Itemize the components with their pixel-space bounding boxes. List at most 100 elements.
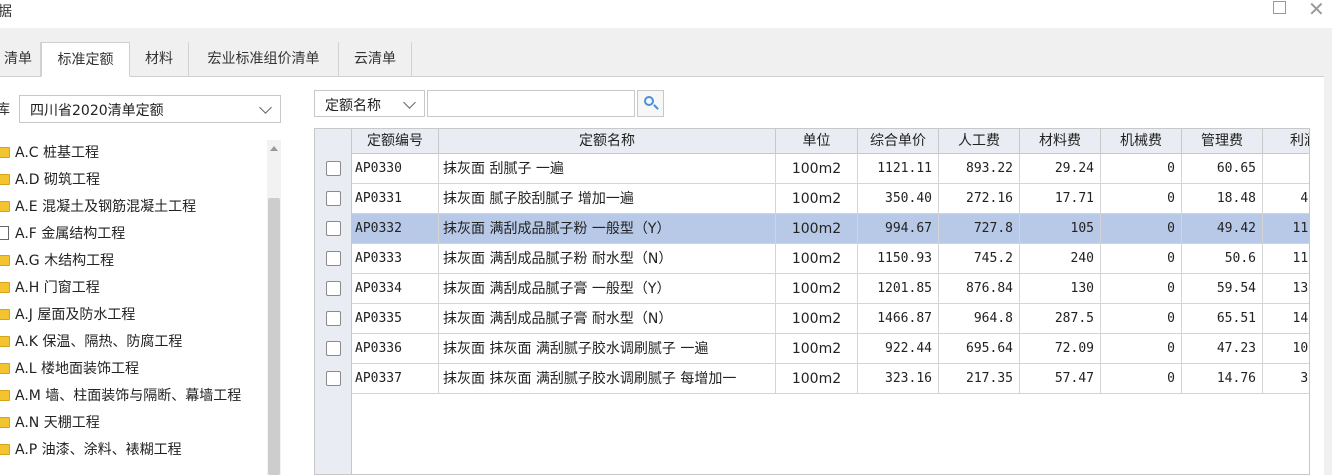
cell-unit[interactable]: 100m2 [776,244,858,274]
cell-material[interactable]: 17.71 [1020,184,1101,214]
cell-name[interactable]: 抹灰面 刮腻子 一遍 [439,154,776,184]
cell-profit[interactable]: 135 [1263,274,1309,304]
cell-machine[interactable]: 0 [1101,244,1182,274]
cell-mgmt[interactable]: 49.42 [1182,214,1263,244]
scroll-up-arrow-icon[interactable] [270,146,278,151]
cell-name[interactable]: 抹灰面 满刮成品腻子粉 一般型（Y） [439,214,776,244]
cell-machine[interactable]: 0 [1101,364,1182,394]
cell-machine[interactable]: 0 [1101,334,1182,364]
cell-code[interactable]: AP0331 [352,184,439,214]
cell-price[interactable]: 994.67 [858,214,939,244]
cell-profit[interactable]: 113 [1263,214,1309,244]
column-header[interactable]: 综合单价 [858,129,939,154]
cell-unit[interactable]: 100m2 [776,274,858,304]
cell-profit[interactable]: 107 [1263,334,1309,364]
tree-item[interactable]: A.H 门窗工程 [0,276,100,300]
cell-material[interactable]: 72.09 [1020,334,1101,364]
cell-mgmt[interactable]: 59.54 [1182,274,1263,304]
column-header[interactable]: 管理费 [1182,129,1263,154]
cell-machine[interactable]: 0 [1101,184,1182,214]
cell-price[interactable]: 1121.11 [858,154,939,184]
cell-name[interactable]: 抹灰面 满刮成品腻子膏 一般型（Y） [439,274,776,304]
cell-material[interactable]: 240 [1020,244,1101,274]
cell-unit[interactable]: 100m2 [776,184,858,214]
cell-material[interactable]: 105 [1020,214,1101,244]
tree-item[interactable]: A.M 墙、柱面装饰与隔断、幕墙工程 [0,384,241,408]
cell-profit[interactable]: 149 [1263,304,1309,334]
tree-item[interactable]: A.D 砌筑工程 [0,168,100,192]
cell-price[interactable]: 323.16 [858,364,939,394]
cell-unit[interactable]: 100m2 [776,304,858,334]
column-header[interactable]: 机械费 [1101,129,1182,154]
tree-scrollbar-thumb[interactable] [268,198,280,475]
cell-code[interactable]: AP0337 [352,364,439,394]
tree-scrollbar[interactable] [267,140,281,475]
row-checkbox[interactable] [326,371,341,386]
search-button[interactable] [637,90,664,117]
cell-labor[interactable]: 727.8 [939,214,1020,244]
tree-item[interactable]: A.P 油漆、涂料、裱糊工程 [0,438,182,462]
tree-item[interactable]: A.J 屋面及防水工程 [0,303,135,327]
tree-item[interactable]: A.N 天棚工程 [0,411,100,435]
cell-labor[interactable]: 695.64 [939,334,1020,364]
cell-labor[interactable]: 272.16 [939,184,1020,214]
cell-price[interactable]: 350.40 [858,184,939,214]
cell-material[interactable]: 29.24 [1020,154,1101,184]
cell-name[interactable]: 抹灰面 抹灰面 满刮腻子胶水调刷腻子 一遍 [439,334,776,364]
cell-machine[interactable]: 0 [1101,304,1182,334]
tree-item[interactable]: A.L 楼地面装饰工程 [0,357,139,381]
cell-price[interactable]: 1150.93 [858,244,939,274]
cell-mgmt[interactable]: 18.48 [1182,184,1263,214]
tab-materials[interactable]: 材料 [130,42,189,76]
cell-profit[interactable]: 115 [1263,244,1309,274]
cell-mgmt[interactable]: 65.51 [1182,304,1263,334]
tree-item[interactable]: A.C 桩基工程 [0,141,99,165]
table-row[interactable]: AP0331 抹灰面 腻子胶刮腻子 增加一遍 100m2 350.40 272.16 17… [315,184,1309,214]
cell-profit[interactable]: 33 [1263,364,1309,394]
cell-unit[interactable]: 100m2 [776,334,858,364]
cell-material[interactable]: 130 [1020,274,1101,304]
cell-mgmt[interactable]: 50.6 [1182,244,1263,274]
cell-profit[interactable] [1263,154,1309,184]
cell-material[interactable]: 287.5 [1020,304,1101,334]
cell-name[interactable]: 抹灰面 满刮成品腻子粉 耐水型（N） [439,244,776,274]
search-input[interactable] [427,90,635,117]
search-type-select[interactable]: 定额名称 [314,90,425,117]
cell-labor[interactable]: 876.84 [939,274,1020,304]
maximize-icon[interactable] [1273,1,1286,14]
cell-unit[interactable]: 100m2 [776,214,858,244]
cell-labor[interactable]: 745.2 [939,244,1020,274]
cell-code[interactable]: AP0335 [352,304,439,334]
column-header[interactable]: 人工费 [939,129,1020,154]
tree-item[interactable]: A.K 保温、隔热、防腐工程 [0,330,182,354]
cell-machine[interactable]: 0 [1101,274,1182,304]
row-checkbox[interactable] [326,311,341,326]
cell-labor[interactable]: 217.35 [939,364,1020,394]
cell-machine[interactable]: 0 [1101,154,1182,184]
cell-name[interactable]: 抹灰面 抹灰面 满刮腻子胶水调刷腻子 每增加一 [439,364,776,394]
cell-labor[interactable]: 964.8 [939,304,1020,334]
cell-machine[interactable]: 0 [1101,214,1182,244]
tab-list[interactable]: 清单 [0,42,41,76]
cell-unit[interactable]: 100m2 [776,154,858,184]
tree-item[interactable]: A.F 金属结构工程 [0,222,125,246]
tree-item[interactable]: A.E 混凝土及钢筋混凝土工程 [0,195,196,219]
cell-price[interactable]: 922.44 [858,334,939,364]
cell-code[interactable]: AP0332 [352,214,439,244]
cell-name[interactable]: 抹灰面 腻子胶刮腻子 增加一遍 [439,184,776,214]
tree-item[interactable]: A.G 木结构工程 [0,249,114,273]
window-scrollbar[interactable] [1324,40,1332,475]
row-checkbox[interactable] [326,251,341,266]
tab-standard-quota[interactable]: 标准定额 [41,42,130,77]
cell-mgmt[interactable]: 47.23 [1182,334,1263,364]
tab-hongye-standard-list[interactable]: 宏业标准组价清单 [189,42,339,76]
close-icon[interactable]: ✕ [1308,0,1325,21]
row-checkbox[interactable] [326,161,341,176]
row-checkbox[interactable] [326,341,341,356]
row-checkbox[interactable] [326,221,341,236]
column-header[interactable]: 定额名称 [439,129,776,154]
cell-labor[interactable]: 893.22 [939,154,1020,184]
column-header[interactable]: 单位 [776,129,858,154]
cell-material[interactable]: 57.47 [1020,364,1101,394]
cell-price[interactable]: 1466.87 [858,304,939,334]
